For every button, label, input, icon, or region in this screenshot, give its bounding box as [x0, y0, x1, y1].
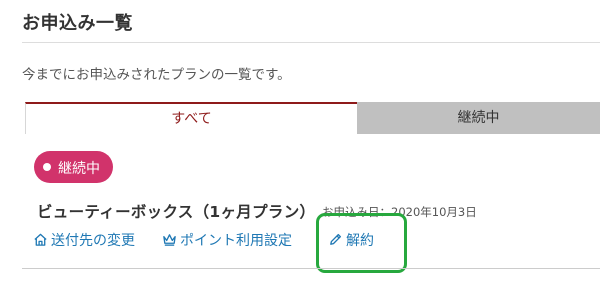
status-badge: 継続中	[34, 151, 113, 183]
tab-continuing[interactable]: 継続中	[357, 102, 600, 134]
status-dot-icon	[43, 163, 51, 171]
page-description: 今までにお申込みされたプランの一覧です。	[22, 67, 291, 83]
change-shipping-label: 送付先の変更	[51, 233, 135, 249]
crown-icon	[163, 234, 176, 246]
page-title: お申込み一覧	[22, 13, 133, 34]
plan-tabs: すべて 継続中	[25, 102, 600, 134]
home-icon	[34, 233, 47, 246]
point-settings-link[interactable]: ポイント利用設定	[162, 230, 312, 250]
tab-all[interactable]: すべて	[25, 102, 357, 134]
highlight-box	[316, 213, 407, 273]
point-settings-label: ポイント利用設定	[180, 233, 292, 249]
change-shipping-link[interactable]: 送付先の変更	[33, 230, 151, 250]
bottom-divider	[22, 268, 600, 269]
title-divider	[22, 42, 600, 43]
plan-name: ビューティーボックス（1ヶ月プラン）	[37, 203, 316, 221]
status-badge-label: 継続中	[58, 161, 100, 177]
